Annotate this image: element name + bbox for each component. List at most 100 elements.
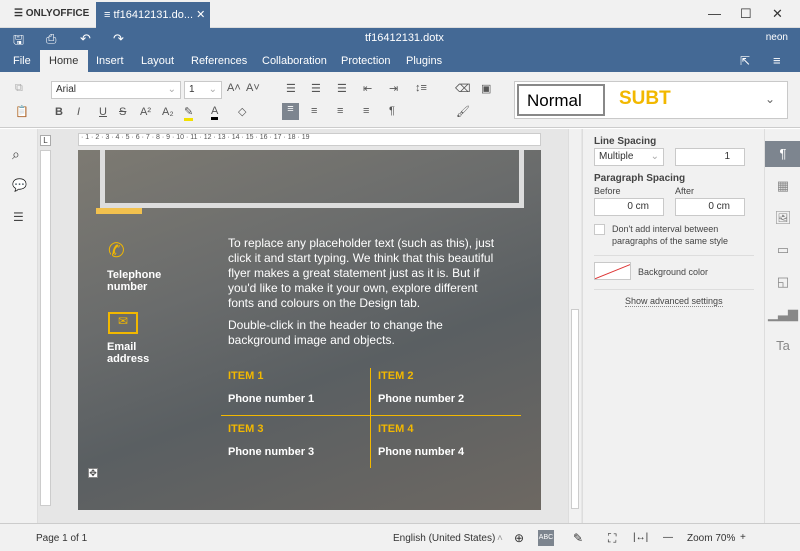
background-color-picker[interactable] — [594, 262, 631, 280]
doc-language-icon[interactable]: ⊕ — [514, 531, 524, 545]
shape-settings-icon[interactable]: ◱ — [765, 269, 800, 295]
right-sidebar: ¶ ▦ 🖼 ▭ ◱ ▁▃▆ Ta — [764, 129, 800, 523]
header-footer-settings-icon[interactable]: ▭ — [765, 237, 800, 263]
highlight-icon[interactable]: ✎ — [184, 105, 194, 121]
paragraph-1[interactable]: To replace any placeholder text (such as… — [228, 236, 498, 311]
bullets-icon[interactable]: ☰ — [286, 82, 296, 95]
paragraph-marks-icon[interactable]: ¶ — [389, 105, 395, 117]
vertical-ruler[interactable] — [40, 150, 51, 506]
copy-style-icon[interactable]: 🖌 — [456, 105, 470, 118]
clear-style-icon[interactable]: ⌫ — [455, 82, 471, 95]
horizontal-ruler[interactable]: · 1 · 2 · 3 · 4 · 5 · 6 · 7 · 8 · 9 · 10… — [78, 133, 541, 146]
redo-icon[interactable]: ↷ — [113, 31, 124, 47]
align-center-icon[interactable]: ≡ — [311, 105, 317, 117]
image-settings-icon[interactable]: 🖼 — [765, 205, 800, 231]
text-art-settings-icon[interactable]: Ta — [765, 333, 800, 359]
show-advanced-settings-link[interactable]: Show advanced settings — [625, 296, 723, 307]
body-text[interactable]: To replace any placeholder text (such as… — [228, 236, 498, 348]
underline-icon[interactable]: U — [99, 106, 107, 118]
language-chevron-icon[interactable]: ˄ — [497, 533, 503, 544]
item-title: ITEM 3 — [228, 423, 264, 435]
tab-layout[interactable]: Layout — [141, 55, 174, 67]
tab-file[interactable]: File — [13, 55, 31, 67]
paragraph-spacing-title: Paragraph Spacing — [594, 173, 686, 184]
maximize-button[interactable]: ☐ — [740, 6, 752, 22]
tab-references[interactable]: References — [191, 55, 247, 67]
paste-icon[interactable]: 📋 — [15, 105, 29, 118]
line-spacing-value-input[interactable]: 1 — [675, 148, 745, 166]
page-count[interactable]: Page 1 of 1 — [36, 533, 87, 544]
save-icon[interactable]: 🖫 — [13, 31, 24, 53]
title-bar: ☰ ONLYOFFICE ≡ tf16412131.do... ✕ — ☐ ✕ — [0, 0, 800, 28]
superscript-icon[interactable]: A² — [140, 106, 151, 118]
language-selector[interactable]: English (United States) — [393, 533, 495, 544]
vertical-scrollbar[interactable] — [568, 129, 581, 523]
track-changes-icon[interactable]: ✎ — [573, 531, 583, 545]
justify-icon[interactable]: ≡ — [363, 105, 369, 117]
font-color-icon[interactable]: A — [211, 105, 219, 120]
align-right-icon[interactable]: ≡ — [337, 105, 343, 117]
paragraph-settings-icon[interactable]: ¶ — [765, 141, 800, 167]
line-spacing-icon[interactable]: ↕≡ — [415, 82, 427, 94]
paragraph-2[interactable]: Double-click in the header to change the… — [228, 318, 498, 348]
subscript-icon[interactable]: A₂ — [162, 106, 174, 118]
search-icon[interactable]: ⌕ — [12, 146, 20, 163]
item-title: ITEM 4 — [378, 423, 414, 435]
shading-icon[interactable]: ◇ — [238, 105, 246, 118]
close-tab-icon[interactable]: ✕ — [196, 9, 205, 21]
spacing-after-input[interactable]: 0 cm — [675, 198, 745, 216]
toolbar: ⧉ 📋 Arial ⌄ 1 ⌄ A˄ A˅ B I U S A² A₂ ✎ A ◇ … — [0, 72, 800, 128]
minimize-button[interactable]: — — [708, 6, 721, 21]
increase-indent-icon[interactable]: ⇥ — [389, 82, 398, 95]
tab-protection[interactable]: Protection — [341, 55, 391, 67]
open-location-icon[interactable]: ⇱ — [740, 54, 750, 68]
tab-collaboration[interactable]: Collaboration — [262, 55, 327, 67]
copy-icon[interactable]: ⧉ — [15, 82, 23, 95]
chart-settings-icon[interactable]: ▁▃▆ — [765, 301, 800, 327]
line-spacing-type-select[interactable]: Multiple ⌄ — [594, 148, 664, 166]
document-title: tf16412131.dotx — [365, 32, 444, 44]
font-size-select[interactable]: 1 ⌄ — [184, 81, 222, 99]
email-label: Email address — [107, 341, 150, 365]
print-icon[interactable]: ⎙ — [46, 31, 56, 47]
close-window-button[interactable]: ✕ — [772, 6, 783, 22]
document-tab[interactable]: ≡ tf16412131.do... ✕ — [96, 2, 210, 28]
hamburger-menu-icon[interactable]: ≡ — [773, 53, 781, 68]
decrease-font-icon[interactable]: A˅ — [246, 82, 260, 94]
decrease-indent-icon[interactable]: ⇤ — [363, 82, 372, 95]
zoom-level[interactable]: Zoom 70% — [687, 533, 735, 544]
align-left-icon[interactable]: ≡ — [282, 103, 299, 120]
tab-stop-selector[interactable]: L — [40, 135, 51, 146]
tab-insert[interactable]: Insert — [96, 55, 124, 67]
zoom-in-icon[interactable]: + — [740, 532, 746, 543]
font-family-select[interactable]: Arial ⌄ — [51, 81, 181, 99]
phone-icon: ✆ — [108, 240, 125, 262]
fit-width-icon[interactable]: |↔| — [633, 532, 648, 543]
italic-icon[interactable]: I — [77, 106, 80, 118]
accent-bar — [96, 208, 142, 214]
bold-icon[interactable]: B — [55, 106, 63, 118]
spell-check-icon[interactable]: ABC — [538, 530, 554, 546]
undo-icon[interactable]: ↶ — [80, 31, 91, 47]
color-scheme-icon[interactable]: ▣ — [481, 82, 491, 95]
table-settings-icon[interactable]: ▦ — [765, 173, 800, 199]
scrollbar-thumb[interactable] — [571, 309, 579, 509]
header: 🖫 ⎙ ↶ ↷ tf16412131.dotx neon Home File I… — [0, 28, 800, 72]
style-subtitle[interactable]: SUBT — [619, 88, 671, 110]
navigation-icon[interactable]: ☰ — [13, 210, 24, 224]
numbering-icon[interactable]: ☰ — [311, 82, 321, 95]
style-normal[interactable]: Normal — [517, 84, 605, 116]
tab-home[interactable]: Home — [40, 50, 88, 72]
styles-expand-icon[interactable]: ⌄ — [765, 92, 775, 106]
table-move-handle[interactable]: ✥ — [88, 468, 98, 478]
increase-font-icon[interactable]: A˄ — [227, 82, 241, 94]
strikethrough-icon[interactable]: S — [119, 106, 126, 118]
dont-add-interval-checkbox[interactable] — [594, 224, 605, 235]
tab-plugins[interactable]: Plugins — [406, 55, 442, 67]
fit-page-icon[interactable]: ⛶ — [608, 531, 616, 546]
comments-icon[interactable]: 💬 — [12, 178, 27, 192]
zoom-out-icon[interactable]: — — [663, 532, 673, 543]
spacing-before-input[interactable]: 0 cm — [594, 198, 664, 216]
multilevel-icon[interactable]: ☰ — [337, 82, 347, 95]
item-title: ITEM 1 — [228, 370, 264, 382]
